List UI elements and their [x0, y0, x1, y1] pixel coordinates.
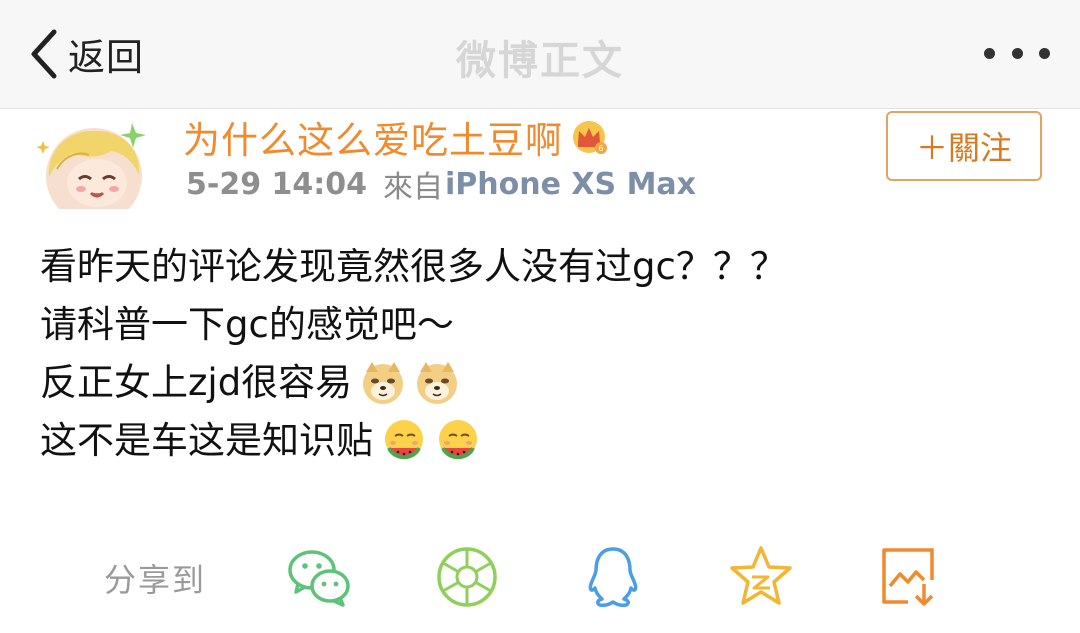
post-line: 这不是车这是知识贴 [40, 412, 1040, 470]
share-label: 分享到 [104, 561, 207, 599]
follow-button[interactable]: ＋關注 [886, 111, 1042, 181]
post-source-device: iPhone XS Max [445, 166, 697, 202]
post-line: 请科普一下gc的感觉吧～ [40, 296, 1040, 354]
navigation-bar: 返回 微博正文 [0, 0, 1080, 109]
avatar-image [37, 123, 146, 209]
post-line: 看昨天的评论发现竟然很多人没有过gc？？？ [40, 238, 1040, 296]
more-dots-icon [1011, 47, 1023, 59]
doge-emoji [417, 362, 458, 404]
watermelon-eating-emoji [439, 420, 477, 460]
page-title: 微博正文 [456, 38, 624, 84]
watermelon-eating-emoji [385, 420, 423, 460]
wechat-icon[interactable] [286, 544, 352, 610]
post-time: 5-29 14:04 [186, 166, 368, 202]
post-line: 反正女上zjd很容易 [40, 354, 1040, 412]
avatar[interactable] [37, 121, 155, 209]
post-source-label: 來自 [383, 170, 444, 205]
more-dots-icon [1039, 47, 1050, 59]
post-line-text: 看昨天的评论发现竟然很多人没有过gc？？？ [40, 245, 787, 288]
post-line-text: 反正女上zjd很容易 [40, 361, 353, 404]
moments-icon[interactable] [434, 544, 500, 610]
save-image-icon[interactable] [876, 544, 942, 610]
username[interactable]: 为什么这么爱吃土豆啊 [183, 110, 563, 164]
username-row: 为什么这么爱吃土豆啊 6 [183, 112, 609, 162]
qzone-icon[interactable] [728, 544, 794, 610]
weibo-post-screen: 返回 微博正文 为什么这么爱吃土豆啊 6 5-29 14:04 來自 iPhon… [0, 0, 1080, 633]
qq-icon[interactable] [580, 544, 646, 610]
post-line-text: 请科普一下gc的感觉吧～ [40, 303, 454, 346]
post-line-text: 这不是车这是知识贴 [40, 419, 373, 462]
more-dots-icon [984, 47, 995, 59]
post-meta: 5-29 14:04 來自 iPhone XS Max [186, 164, 697, 206]
post-content: 看昨天的评论发现竟然很多人没有过gc？？？ 请科普一下gc的感觉吧～ 反正女上z… [40, 238, 1040, 470]
vip-crown-icon: 6 [573, 121, 607, 154]
svg-text:6: 6 [598, 144, 603, 153]
more-options-button[interactable] [984, 36, 1050, 70]
doge-emoji [363, 362, 404, 404]
